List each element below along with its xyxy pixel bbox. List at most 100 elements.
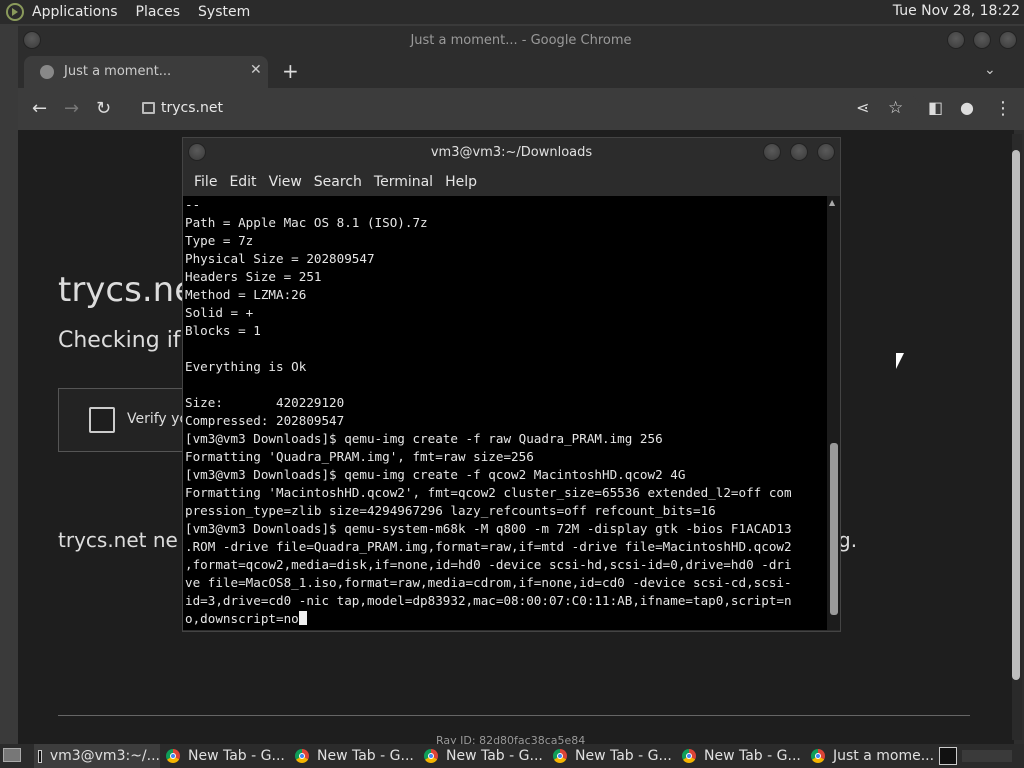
globe-icon <box>40 65 54 79</box>
terminal-menu-terminal[interactable]: Terminal <box>374 174 433 190</box>
more-menu-icon[interactable]: ⋮ <box>994 98 1012 119</box>
taskbar-item-chrome-3[interactable]: New Tab - G... <box>424 744 543 768</box>
taskbar-item-label: Just a mome... <box>833 748 935 764</box>
panel-clock[interactable]: Tue Nov 28, 18:22 <box>893 3 1020 19</box>
taskbar: vm3@vm3:~/... New Tab - G... New Tab - G… <box>0 744 1024 768</box>
menu-places[interactable]: Places <box>136 4 181 20</box>
terminal-line: Solid = + <box>185 305 254 320</box>
terminal-line: Blocks = 1 <box>185 323 261 338</box>
terminal-icon <box>38 749 42 763</box>
terminal-line: ve file=MacOS8_1.iso,format=raw,media=cd… <box>185 575 792 590</box>
side-panel-icon[interactable]: ◧ <box>928 98 943 117</box>
terminal-line: Physical Size = 202809547 <box>185 251 375 266</box>
chrome-icon <box>295 749 309 763</box>
taskbar-item-label: New Tab - G... <box>188 748 285 764</box>
lock-icon[interactable] <box>142 102 155 114</box>
taskbar-item-chrome-4[interactable]: New Tab - G... <box>553 744 672 768</box>
terminal-line: [vm3@vm3 Downloads]$ qemu-system-m68k -M… <box>185 521 792 536</box>
minimize-button[interactable] <box>947 31 965 49</box>
terminal-line: Type = 7z <box>185 233 254 248</box>
workspace-switcher[interactable] <box>962 750 1012 762</box>
tab-title: Just a moment... <box>64 64 172 79</box>
terminal-menu-file[interactable]: File <box>194 174 217 190</box>
address-bar[interactable] <box>130 94 920 124</box>
page-checking-text: Checking if <box>58 328 181 353</box>
taskbar-item-chrome-1[interactable]: New Tab - G... <box>166 744 285 768</box>
terminal-menu-help[interactable]: Help <box>445 174 477 190</box>
close-window-button[interactable] <box>999 31 1017 49</box>
terminal-line: Everything is Ok <box>185 359 307 374</box>
terminal-line: Method = LZMA:26 <box>185 287 307 302</box>
distro-logo-icon[interactable] <box>6 3 24 21</box>
taskbar-item-label: New Tab - G... <box>317 748 414 764</box>
taskbar-item-label: New Tab - G... <box>575 748 672 764</box>
terminal-menu-edit[interactable]: Edit <box>229 174 256 190</box>
taskbar-item-terminal[interactable]: vm3@vm3:~/... <box>34 744 160 768</box>
forward-arrow-icon[interactable]: → <box>64 98 79 119</box>
terminal-line: Headers Size = 251 <box>185 269 322 284</box>
terminal-cursor <box>298 611 307 625</box>
maximize-button[interactable] <box>973 31 991 49</box>
terminal-line: pression_type=zlib size=4294967296 lazy_… <box>185 503 716 518</box>
terminal-line: Compressed: 202809547 <box>185 413 345 428</box>
terminal-titlebar[interactable]: vm3@vm3:~/Downloads <box>183 138 840 168</box>
page-scrollbar-thumb[interactable] <box>1012 150 1020 680</box>
chrome-icon <box>811 749 825 763</box>
taskbar-item-chrome-2[interactable]: New Tab - G... <box>295 744 414 768</box>
terminal-maximize-button[interactable] <box>790 143 808 161</box>
terminal-window: vm3@vm3:~/Downloads File Edit View Searc… <box>182 137 841 632</box>
taskbar-item-chrome-5[interactable]: New Tab - G... <box>682 744 801 768</box>
terminal-output[interactable]: -- Path = Apple Mac OS 8.1 (ISO).7z Type =… <box>183 196 827 630</box>
url-text[interactable]: trycs.net <box>161 100 223 116</box>
chrome-window-title: Just a moment... - Google Chrome <box>410 33 632 48</box>
browser-toolbar: ← → ↻ trycs.net ⋖ ☆ ◧ ● ⋮ <box>18 88 1024 130</box>
terminal-scrollbar-thumb[interactable] <box>830 443 838 615</box>
chrome-icon <box>682 749 696 763</box>
share-icon[interactable]: ⋖ <box>856 98 869 117</box>
chrome-icon <box>166 749 180 763</box>
page-info-text: trycs.net ne <box>58 528 178 552</box>
terminal-menubar: File Edit View Search Terminal Help <box>183 168 840 196</box>
reload-icon[interactable]: ↻ <box>96 98 111 119</box>
taskbar-item-chrome-6[interactable]: Just a mome... <box>811 744 934 768</box>
bookmark-star-icon[interactable]: ☆ <box>888 98 903 118</box>
terminal-line: o,downscript=no <box>185 610 827 628</box>
workspace-switcher-icon[interactable] <box>939 747 957 765</box>
divider <box>58 715 970 716</box>
new-tab-button[interactable]: + <box>282 59 299 83</box>
menu-system[interactable]: System <box>198 4 250 20</box>
terminal-lines: -- Path = Apple Mac OS 8.1 (ISO).7z Type =… <box>183 196 827 628</box>
tab-close-icon[interactable]: ✕ <box>250 62 262 78</box>
tab-search-chevron-icon[interactable]: ⌄ <box>984 62 996 78</box>
taskbar-item-label: New Tab - G... <box>446 748 543 764</box>
terminal-line: [vm3@vm3 Downloads]$ qemu-img create -f … <box>185 467 686 482</box>
terminal-line: Size: 420229120 <box>185 395 345 410</box>
chrome-icon <box>553 749 567 763</box>
terminal-minimize-button[interactable] <box>763 143 781 161</box>
terminal-line: Path = Apple Mac OS 8.1 (ISO).7z <box>185 215 428 230</box>
menu-applications[interactable]: Applications <box>32 4 118 20</box>
terminal-close-button[interactable] <box>817 143 835 161</box>
terminal-line: [vm3@vm3 Downloads]$ qemu-img create -f … <box>185 431 663 446</box>
verify-checkbox[interactable] <box>89 407 115 433</box>
profile-avatar-icon[interactable]: ● <box>960 98 974 117</box>
tab-just-a-moment[interactable]: Just a moment... ✕ <box>24 56 268 88</box>
terminal-line: -- <box>185 197 201 212</box>
top-panel: Applications Places System Tue Nov 28, 1… <box>0 0 1024 24</box>
terminal-menu-view[interactable]: View <box>269 174 302 190</box>
scroll-up-arrow-icon[interactable]: ▲ <box>829 198 835 207</box>
terminal-line: Formatting 'Quadra_PRAM.img', fmt=raw si… <box>185 449 534 464</box>
terminal-line: id=3,drive=cd0 -nic tap,model=dp83932,ma… <box>185 593 792 608</box>
chrome-titlebar[interactable]: Just a moment... - Google Chrome <box>18 26 1024 56</box>
taskbar-item-label: New Tab - G... <box>704 748 801 764</box>
show-desktop-icon[interactable] <box>3 748 21 762</box>
terminal-line: Formatting 'MacintoshHD.qcow2', fmt=qcow… <box>185 485 792 500</box>
terminal-menu-search[interactable]: Search <box>314 174 362 190</box>
terminal-line: .ROM -drive file=Quadra_PRAM.img,format=… <box>185 539 792 554</box>
mouse-pointer-icon <box>896 353 904 369</box>
back-arrow-icon[interactable]: ← <box>32 98 47 119</box>
taskbar-item-label: vm3@vm3:~/... <box>49 748 160 764</box>
terminal-title: vm3@vm3:~/Downloads <box>430 145 593 160</box>
